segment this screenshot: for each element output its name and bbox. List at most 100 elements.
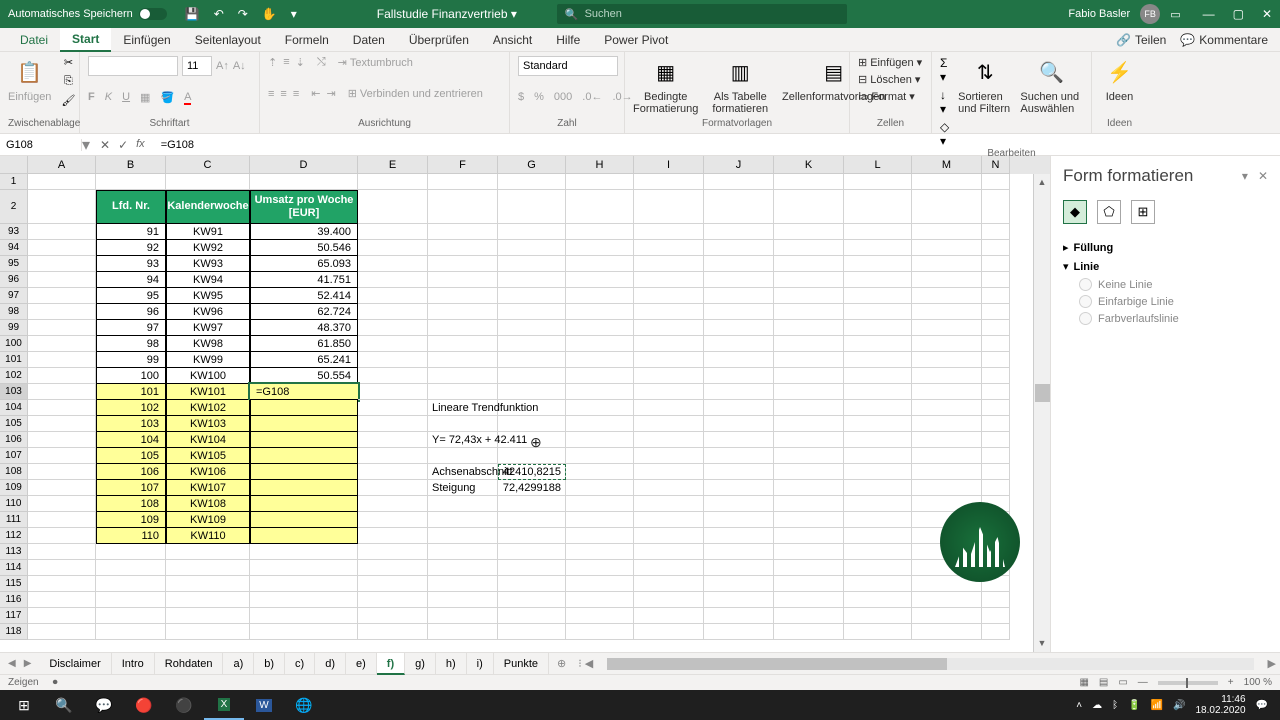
cell[interactable] bbox=[498, 608, 566, 624]
ideas-button[interactable]: Ideen bbox=[1106, 91, 1134, 103]
cell[interactable] bbox=[704, 608, 774, 624]
cell[interactable] bbox=[428, 224, 498, 240]
cell[interactable] bbox=[982, 174, 1010, 190]
sheet-nav-next-icon[interactable]: ▶ bbox=[24, 658, 32, 669]
panel-menu-icon[interactable]: ▾ bbox=[1242, 169, 1248, 183]
enter-formula-icon[interactable]: ✓ bbox=[118, 138, 128, 152]
cell[interactable] bbox=[250, 416, 358, 432]
cell[interactable] bbox=[428, 320, 498, 336]
cell[interactable] bbox=[498, 416, 566, 432]
cell[interactable] bbox=[634, 464, 704, 480]
cell[interactable]: 104 bbox=[96, 432, 166, 448]
cell[interactable] bbox=[166, 544, 250, 560]
cell[interactable] bbox=[912, 336, 982, 352]
cell[interactable] bbox=[498, 400, 566, 416]
cell[interactable]: 107 bbox=[96, 480, 166, 496]
cell[interactable] bbox=[844, 384, 912, 400]
cell[interactable] bbox=[704, 190, 774, 224]
format-painter-icon[interactable]: 🖌 bbox=[61, 94, 75, 107]
sheet-tab[interactable]: Rohdaten bbox=[155, 653, 224, 675]
cell[interactable]: KW108 bbox=[166, 496, 250, 512]
tab-seitenlayout[interactable]: Seitenlayout bbox=[183, 28, 273, 52]
cell[interactable] bbox=[912, 256, 982, 272]
row-header[interactable]: 113 bbox=[0, 544, 28, 560]
find-select-icon[interactable]: 🔍 bbox=[1036, 56, 1068, 88]
indent-inc-icon[interactable]: ⇥ bbox=[326, 87, 335, 100]
cell[interactable] bbox=[844, 190, 912, 224]
cell[interactable] bbox=[358, 336, 428, 352]
cell[interactable] bbox=[912, 174, 982, 190]
scroll-up-icon[interactable]: ▲ bbox=[1034, 174, 1050, 191]
cell[interactable] bbox=[358, 190, 428, 224]
cell[interactable] bbox=[704, 448, 774, 464]
touch-icon[interactable]: ✋ bbox=[262, 7, 277, 21]
cell[interactable] bbox=[566, 272, 634, 288]
cell[interactable] bbox=[28, 576, 96, 592]
cell[interactable] bbox=[28, 352, 96, 368]
obs-icon[interactable]: ⚫ bbox=[164, 690, 204, 720]
row-header[interactable]: 112 bbox=[0, 528, 28, 544]
view-normal-icon[interactable]: ▦ bbox=[1079, 677, 1088, 688]
formula-input[interactable]: =G108 bbox=[155, 139, 1280, 151]
cell[interactable]: KW97 bbox=[166, 320, 250, 336]
cell[interactable] bbox=[774, 224, 844, 240]
cell[interactable] bbox=[498, 384, 566, 400]
underline-icon[interactable]: U bbox=[122, 91, 130, 104]
cell[interactable] bbox=[166, 624, 250, 640]
cell[interactable] bbox=[774, 592, 844, 608]
cell[interactable] bbox=[566, 512, 634, 528]
start-icon[interactable]: ⊞ bbox=[4, 690, 44, 720]
cell[interactable]: 93 bbox=[96, 256, 166, 272]
conditional-format-button[interactable]: Bedingte Formatierung bbox=[633, 91, 698, 115]
cell[interactable] bbox=[358, 416, 428, 432]
cell[interactable] bbox=[250, 448, 358, 464]
cell[interactable] bbox=[704, 432, 774, 448]
cell[interactable] bbox=[634, 496, 704, 512]
cell[interactable] bbox=[704, 240, 774, 256]
cell[interactable] bbox=[250, 576, 358, 592]
cell[interactable] bbox=[428, 352, 498, 368]
row-header[interactable]: 116 bbox=[0, 592, 28, 608]
line-expand[interactable]: ▾ Linie bbox=[1063, 257, 1268, 276]
avatar[interactable]: FB bbox=[1140, 4, 1160, 24]
cell[interactable] bbox=[982, 432, 1010, 448]
cell[interactable] bbox=[774, 480, 844, 496]
cell[interactable] bbox=[982, 384, 1010, 400]
row-header[interactable]: 115 bbox=[0, 576, 28, 592]
cell[interactable] bbox=[982, 336, 1010, 352]
fill-color-icon[interactable]: 🪣 bbox=[160, 91, 174, 104]
cell[interactable] bbox=[844, 272, 912, 288]
cell[interactable] bbox=[566, 608, 634, 624]
cell[interactable] bbox=[912, 624, 982, 640]
cell[interactable]: 98 bbox=[96, 336, 166, 352]
sheet-tab[interactable]: a) bbox=[223, 653, 254, 675]
cell[interactable] bbox=[774, 432, 844, 448]
font-size-box[interactable]: 11 bbox=[182, 56, 212, 76]
cell[interactable]: KW94 bbox=[166, 272, 250, 288]
autosum-icon[interactable]: Σ ▾ bbox=[940, 56, 950, 84]
cell[interactable] bbox=[428, 336, 498, 352]
cell[interactable]: Steigung bbox=[428, 480, 498, 496]
column-header-B[interactable]: B bbox=[96, 156, 166, 174]
cell[interactable] bbox=[358, 624, 428, 640]
cell[interactable] bbox=[844, 224, 912, 240]
insert-cells-button[interactable]: ⊞ Einfügen ▾ bbox=[858, 56, 922, 69]
cell[interactable] bbox=[498, 256, 566, 272]
column-header-D[interactable]: D bbox=[250, 156, 358, 174]
cell[interactable] bbox=[982, 608, 1010, 624]
cell[interactable] bbox=[634, 512, 704, 528]
autosave-toggle-icon[interactable] bbox=[139, 8, 167, 20]
cell[interactable] bbox=[982, 352, 1010, 368]
cell[interactable] bbox=[28, 528, 96, 544]
cell[interactable]: 103 bbox=[96, 416, 166, 432]
cell[interactable] bbox=[498, 174, 566, 190]
cell[interactable] bbox=[498, 592, 566, 608]
cell[interactable] bbox=[634, 480, 704, 496]
notifications-icon[interactable]: 💬 bbox=[1256, 700, 1268, 711]
cell[interactable] bbox=[634, 304, 704, 320]
cell[interactable]: 65.093 bbox=[250, 256, 358, 272]
cell[interactable] bbox=[250, 174, 358, 190]
cell[interactable]: 92 bbox=[96, 240, 166, 256]
comments-button[interactable]: 💬 Kommentare bbox=[1180, 33, 1268, 47]
cell[interactable] bbox=[358, 528, 428, 544]
